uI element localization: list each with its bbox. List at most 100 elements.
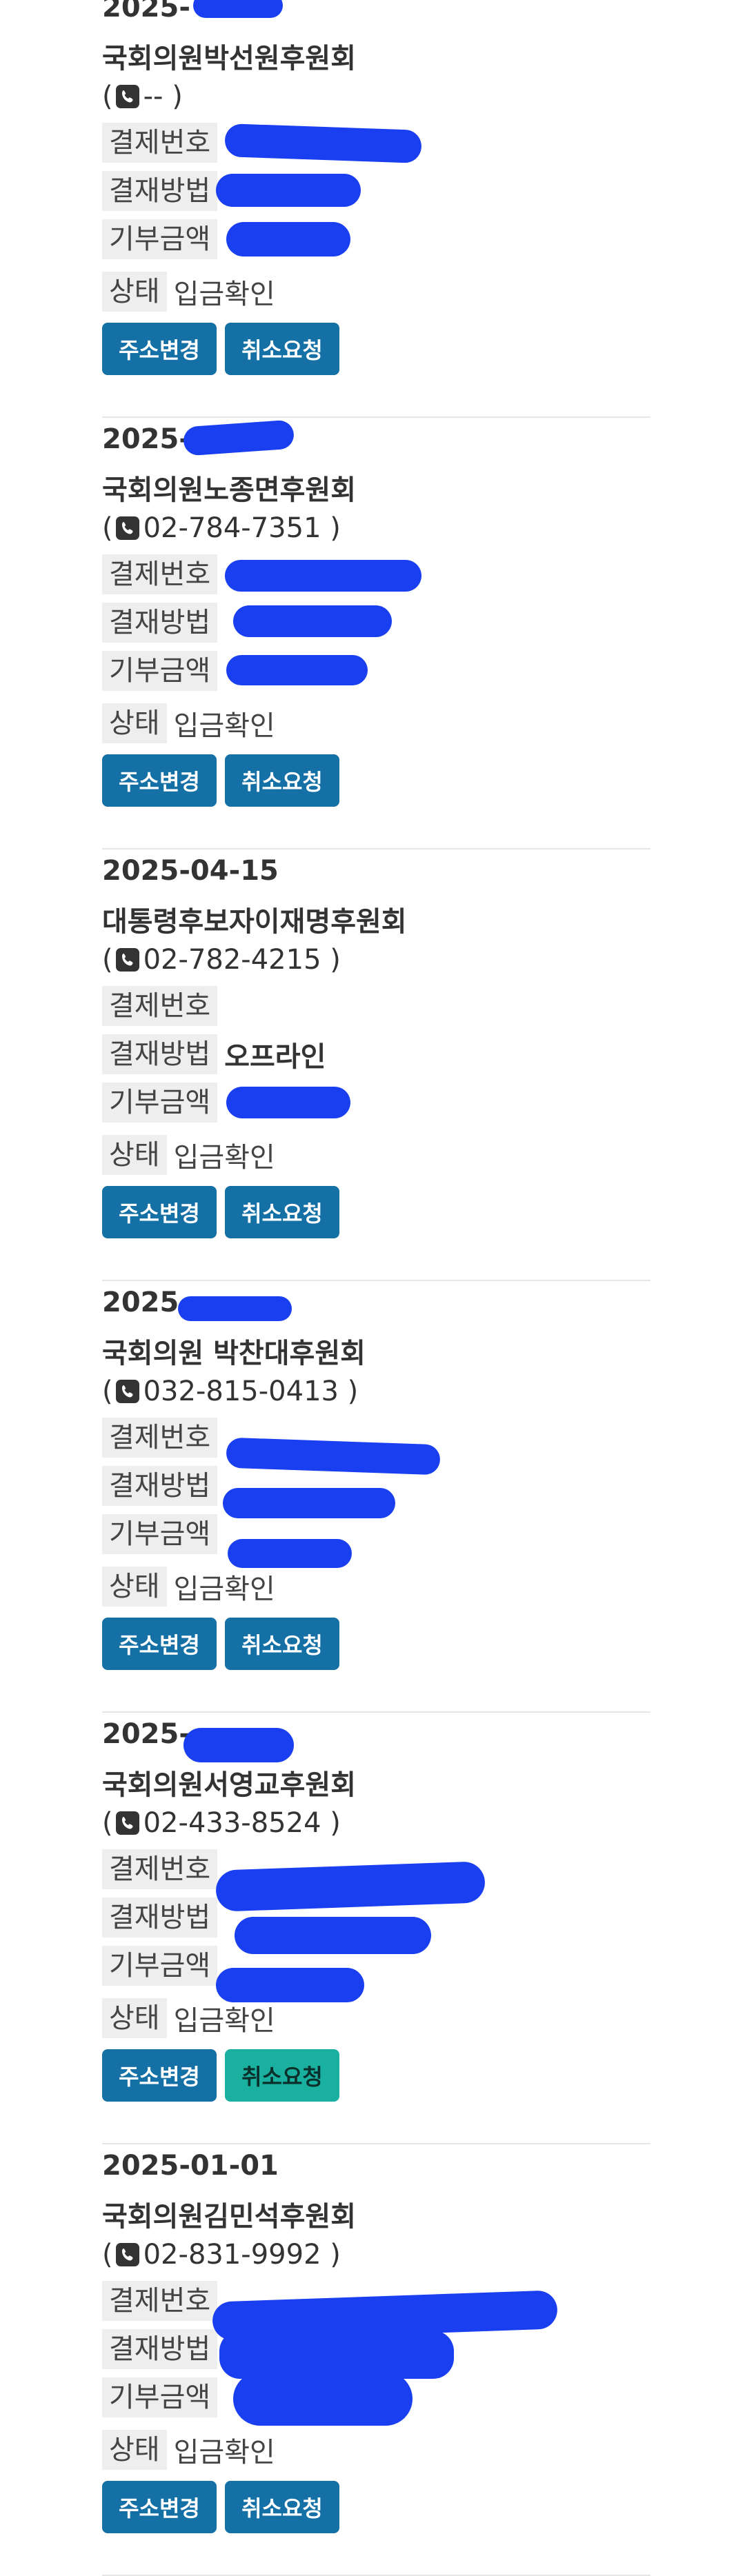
status-value: 입금확인 — [173, 710, 275, 742]
amount-row: 기부금액 — [102, 219, 224, 259]
amount-label: 기부금액 — [102, 651, 218, 691]
payment-method-label: 결재방법 — [102, 1466, 218, 1506]
payment-no-label: 결제번호 — [102, 1418, 218, 1458]
date: 2025- — [102, 0, 190, 23]
redaction — [235, 1917, 431, 1954]
status-row: 상태 입금확인 — [102, 703, 275, 743]
redaction — [225, 560, 421, 592]
redaction — [193, 0, 283, 18]
amount-label: 기부금액 — [102, 2377, 218, 2417]
payment-no-row: 결제번호 — [102, 1849, 224, 1889]
status-row: 상태 입금확인 — [102, 1135, 275, 1175]
redaction — [178, 1296, 292, 1321]
payment-method-row: 결재방법 — [102, 1466, 224, 1506]
status-value: 입금확인 — [173, 1142, 275, 1174]
cancel-request-button[interactable]: 취소요청 — [225, 323, 339, 375]
cancel-request-button[interactable]: 취소요청 — [225, 754, 339, 807]
redaction — [226, 1087, 350, 1118]
payment-method-label: 결재방법 — [102, 1898, 218, 1938]
redaction — [216, 174, 361, 207]
status-row: 상태 입금확인 — [102, 1567, 275, 1607]
phone-number: 02-433-8524 — [143, 1807, 321, 1839]
phone-number: 02-831-9992 — [143, 2239, 321, 2271]
change-address-button[interactable]: 주소변경 — [102, 754, 217, 807]
date: 2025- — [102, 1287, 190, 1318]
cancel-request-button[interactable]: 취소요청 — [225, 2049, 339, 2102]
cancel-request-button[interactable]: 취소요청 — [225, 1186, 339, 1238]
change-address-button[interactable]: 주소변경 — [102, 323, 217, 375]
redaction — [226, 655, 368, 685]
redaction — [233, 605, 392, 637]
change-address-button[interactable]: 주소변경 — [102, 1186, 217, 1238]
organization-name: 국회의원 박찬대후원회 — [102, 1338, 366, 1369]
action-buttons: 주소변경 취소요청 — [102, 1186, 378, 1238]
phone-number: -- — [143, 81, 163, 112]
status-label: 상태 — [102, 1567, 167, 1607]
donation-card: 2025-04-15 대통령후보자이재명후원회 ( 02-782-4215 ) … — [102, 849, 650, 1281]
organization-name: 국회의원김민석후원회 — [102, 2201, 356, 2233]
date: 2025- — [102, 1718, 190, 1750]
payment-no-label: 결제번호 — [102, 986, 218, 1026]
donation-card: 2025- 국회의원노종면후원회 ( 02-784-7351 ) 결제번호 결재… — [102, 418, 650, 849]
payment-no-label: 결제번호 — [102, 2281, 218, 2321]
payment-no-row: 결제번호 — [102, 2281, 224, 2321]
phone: ( 032-815-0413 ) — [102, 1376, 359, 1407]
payment-no-label: 결제번호 — [102, 123, 218, 163]
redaction — [216, 1968, 364, 2002]
date: 2025-01-01 — [102, 2150, 279, 2182]
amount-label: 기부금액 — [102, 1083, 218, 1123]
change-address-button[interactable]: 주소변경 — [102, 2049, 217, 2102]
amount-row: 기부금액 — [102, 651, 224, 691]
redaction — [226, 222, 350, 256]
payment-method-row: 결재방법 — [102, 1898, 224, 1938]
payment-method-label: 결재방법 — [102, 2329, 218, 2369]
organization-name: 국회의원노종면후원회 — [102, 474, 356, 506]
redaction — [233, 2372, 413, 2426]
payment-method-row: 결재방법 — [102, 603, 224, 643]
phone: ( 02-782-4215 ) — [102, 944, 341, 976]
organization-name: 대통령후보자이재명후원회 — [102, 906, 407, 938]
status-value: 입금확인 — [173, 279, 275, 310]
amount-label: 기부금액 — [102, 1514, 218, 1554]
phone: ( -- ) — [102, 81, 183, 112]
status-label: 상태 — [102, 272, 167, 312]
payment-method-label: 결재방법 — [102, 1034, 218, 1074]
redaction — [226, 1437, 441, 1476]
phone-icon — [115, 516, 139, 540]
redaction — [182, 419, 295, 456]
amount-label: 기부금액 — [102, 219, 218, 259]
payment-no-row: 결제번호 — [102, 554, 224, 594]
payment-no-row: 결제번호 — [102, 986, 224, 1026]
payment-method-label: 결재방법 — [102, 603, 218, 643]
status-label: 상태 — [102, 2430, 167, 2470]
phone-icon — [115, 2243, 139, 2266]
change-address-button[interactable]: 주소변경 — [102, 1618, 217, 1670]
organization-name: 국회의원서영교후원회 — [102, 1769, 356, 1801]
status-row: 상태 입금확인 — [102, 1998, 275, 2038]
status-label: 상태 — [102, 1135, 167, 1175]
action-buttons: 주소변경 취소요청 — [102, 754, 378, 807]
redaction — [215, 1861, 486, 1912]
amount-row: 기부금액 — [102, 1083, 224, 1123]
change-address-button[interactable]: 주소변경 — [102, 2481, 217, 2533]
phone: ( 02-433-8524 ) — [102, 1807, 341, 1839]
amount-label: 기부금액 — [102, 1946, 218, 1986]
payment-method-row: 결재방법 — [102, 2329, 224, 2369]
phone-icon — [115, 85, 139, 108]
redaction — [224, 123, 422, 163]
payment-method-label: 결재방법 — [102, 171, 218, 211]
status-row: 상태 입금확인 — [102, 272, 275, 312]
phone-icon — [115, 1811, 139, 1835]
redaction — [223, 1488, 395, 1518]
payment-no-label: 결제번호 — [102, 1849, 218, 1889]
payment-no-label: 결제번호 — [102, 554, 218, 594]
donation-card: 2025- 국회의원서영교후원회 ( 02-433-8524 ) 결제번호 결재… — [102, 1713, 650, 2144]
redaction — [183, 1728, 294, 1762]
cancel-request-button[interactable]: 취소요청 — [225, 1618, 339, 1670]
payment-method-row: 결재방법 오프라인 — [102, 1034, 326, 1074]
donation-card: 2025- 국회의원박선원후원회 ( -- ) 결제번호 결재방법 기부금액 상… — [102, 0, 650, 418]
action-buttons: 주소변경 취소요청 — [102, 1618, 378, 1670]
phone: ( 02-784-7351 ) — [102, 512, 341, 544]
cancel-request-button[interactable]: 취소요청 — [225, 2481, 339, 2533]
payment-method-row: 결재방법 — [102, 171, 224, 211]
